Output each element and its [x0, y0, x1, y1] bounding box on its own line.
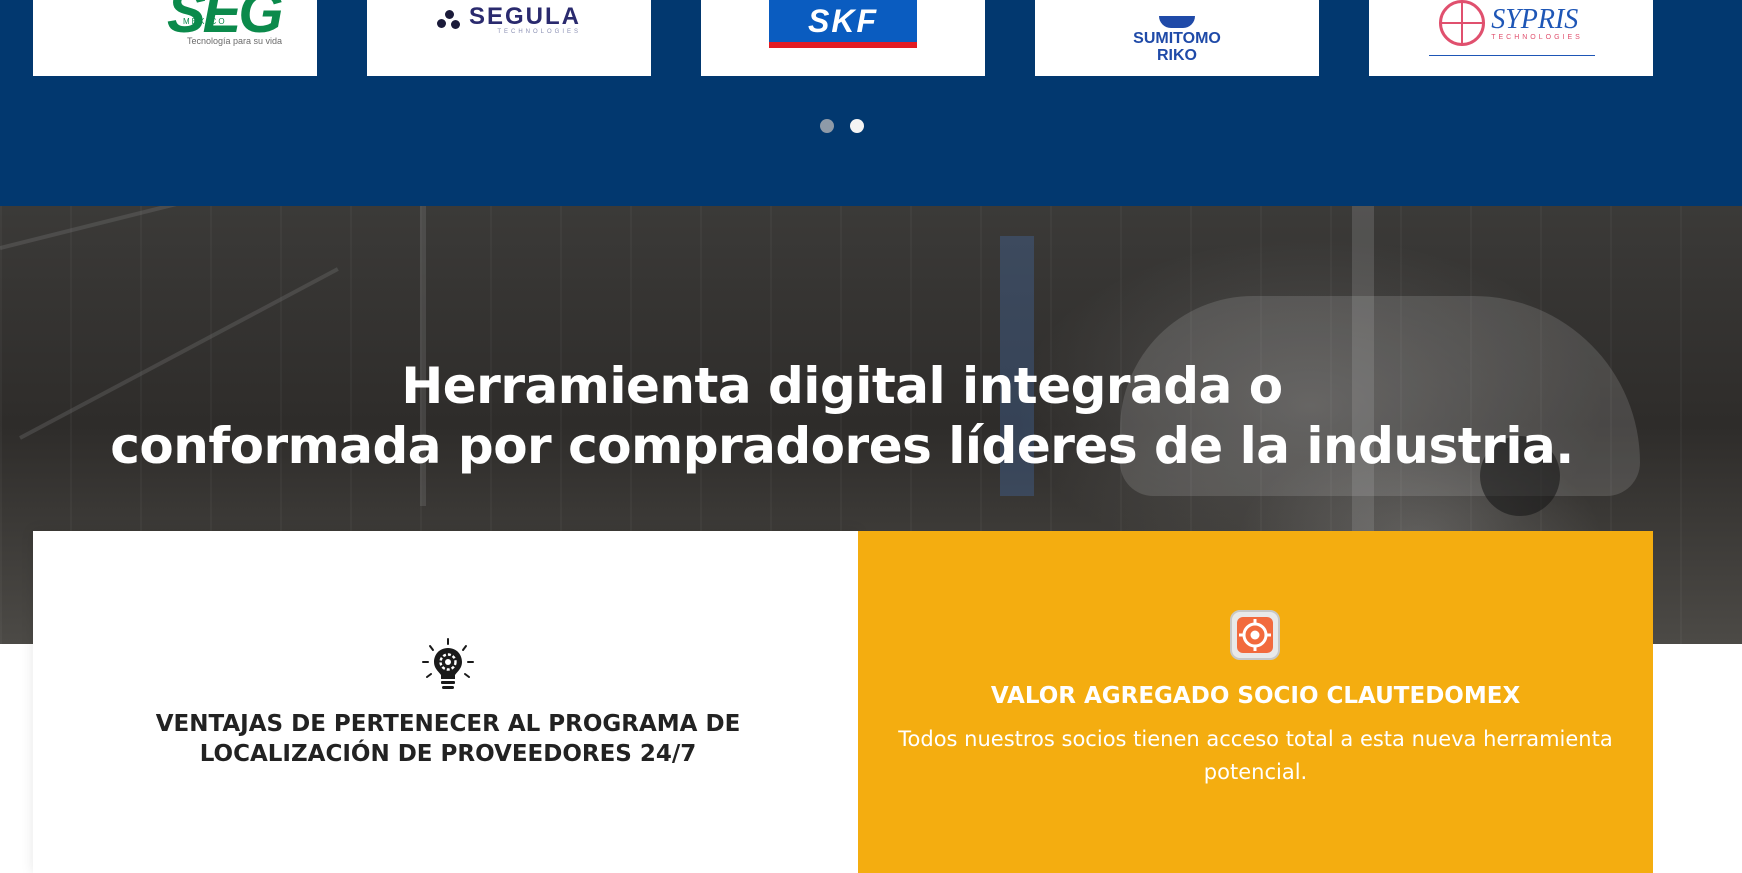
- partner-logo-segula[interactable]: SEGULA TECHNOLOGIES: [367, 0, 651, 76]
- value-description: Todos nuestros socios tienen acceso tota…: [898, 727, 1613, 784]
- partners-carousel: SEG MEXICO Tecnología para su vida SEGUL…: [0, 0, 1742, 206]
- sypris-logo-sub: TECHNOLOGIES: [1491, 33, 1583, 41]
- segula-logo-word: SEGULA: [468, 3, 581, 30]
- lightbulb-gear-icon: [422, 638, 474, 689]
- sypris-logo-word: SYPRIS: [1491, 3, 1579, 35]
- segula-logo: SEGULA TECHNOLOGIES: [436, 3, 581, 35]
- seg-logo: SEG MEXICO Tecnología para su vida: [95, 0, 283, 76]
- background-shelf: [0, 206, 409, 250]
- partner-logo-skf[interactable]: SKF: [701, 0, 985, 76]
- skf-logo: SKF: [769, 0, 917, 48]
- sypris-emblem-icon: [1439, 0, 1486, 46]
- carousel-dot-2-active[interactable]: [850, 119, 864, 133]
- hero-title-line-2: conformada por compradores líderes de la…: [110, 417, 1574, 475]
- seg-logo-tagline: Tecnología para su vida: [187, 36, 283, 46]
- sumitomo-logo-line2: RIKO: [1156, 47, 1197, 64]
- sypris-logo: SYPRIS TECHNOLOGIES: [1439, 0, 1583, 46]
- value-title: VALOR AGREGADO SOCIO CLAUTEDOMEX: [990, 683, 1521, 709]
- value-card: VALOR AGREGADO SOCIO CLAUTEDOMEX Todos n…: [858, 531, 1653, 873]
- skf-logo-word: SKF: [808, 2, 878, 39]
- benefits-title: VENTAJAS DE PERTENECER AL PROGRAMA DE LO…: [93, 709, 803, 769]
- partner-logo-sypris[interactable]: SYPRIS TECHNOLOGIES: [1369, 0, 1653, 76]
- target-icon: [1230, 610, 1280, 660]
- partner-logo-seg[interactable]: SEG MEXICO Tecnología para su vida: [33, 0, 317, 76]
- hero-title-line-1: Herramienta digital integrada o: [401, 357, 1283, 415]
- benefits-card: VENTAJAS DE PERTENECER AL PROGRAMA DE LO…: [33, 531, 858, 873]
- sypris-underline: [1429, 55, 1595, 56]
- carousel-dot-1[interactable]: [820, 119, 834, 133]
- benefits-title-line-1: VENTAJAS DE PERTENECER AL PROGRAMA DE: [155, 711, 741, 737]
- sumitomo-riko-logo: SUMITOMO RIKO: [1133, 16, 1221, 64]
- partner-logo-sumitomo-riko[interactable]: SUMITOMO RIKO: [1035, 0, 1319, 76]
- seg-logo-country: MEXICO: [183, 17, 227, 26]
- hero-title: Herramienta digital integrada o conforma…: [0, 356, 1684, 476]
- sumitomo-logo-line1: SUMITOMO: [1133, 30, 1221, 47]
- benefits-title-line-2: LOCALIZACIÓN DE PROVEEDORES 24/7: [199, 741, 697, 767]
- segula-dots-icon: [436, 10, 461, 30]
- sumitomo-mark-icon: [1158, 16, 1195, 28]
